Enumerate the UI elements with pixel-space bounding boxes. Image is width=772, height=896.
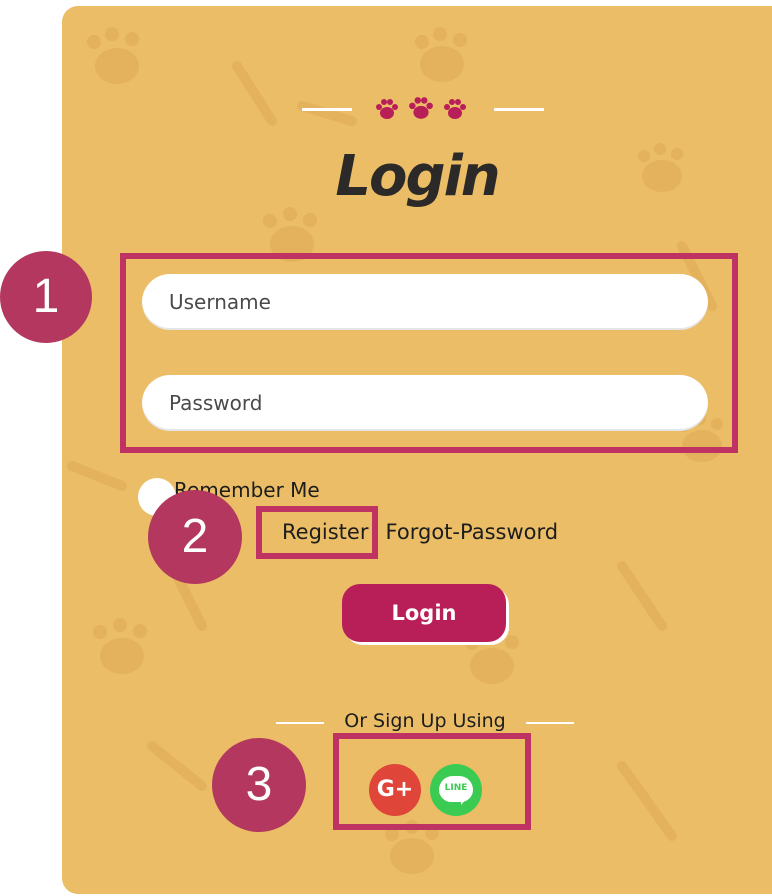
ornament-line-right (494, 108, 544, 111)
social-divider: Or Sign Up Using (276, 710, 574, 734)
google-plus-icon: G+ (376, 777, 414, 802)
google-plus-button[interactable]: G+ (369, 764, 421, 816)
line-icon-label: LINE (444, 783, 468, 793)
paw-print-decoration (87, 27, 139, 84)
account-links: Register | Forgot-Password (282, 520, 558, 544)
annotation-badge-3: 3 (212, 738, 306, 832)
annotation-badge-1: 1 (0, 251, 92, 343)
username-input[interactable] (142, 274, 708, 330)
ornament-line-left (302, 108, 352, 111)
social-divider-text: Or Sign Up Using (344, 710, 506, 732)
paw-icon (444, 99, 466, 119)
line-button[interactable]: LINE (430, 764, 482, 816)
paw-icon (409, 97, 433, 119)
divider-line-right (526, 722, 574, 724)
paw-icon (376, 99, 398, 119)
header-ornament (298, 96, 548, 122)
forgot-password-link[interactable]: Forgot-Password (386, 520, 559, 544)
page-title: Login (335, 144, 500, 209)
login-button[interactable]: Login (342, 584, 506, 642)
link-separator: | (372, 520, 380, 544)
annotation-badge-2: 2 (148, 490, 242, 584)
login-card: Login Remember Me Register|Forgot-Passwo… (62, 6, 772, 894)
password-input[interactable] (142, 375, 708, 431)
paw-bone-background (67, 27, 723, 874)
register-link[interactable]: Register (282, 520, 368, 544)
